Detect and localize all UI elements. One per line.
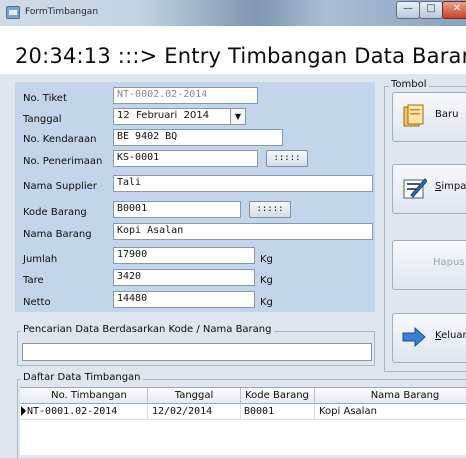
no-kendaraan-field[interactable]: BE 9402 BQ <box>113 129 283 146</box>
tanggal-datepicker[interactable]: 12 Februari 2014 ▼ <box>113 108 246 125</box>
table-row[interactable]: NT-0001.02-2014 12/02/2014 B0001 Kopi As… <box>20 404 466 420</box>
row-pointer-icon <box>21 406 26 416</box>
maximize-icon: □ <box>426 3 436 14</box>
label-no-kendaraan: No. Kendaraan <box>23 134 97 145</box>
tombol-title: Tombol <box>389 79 429 90</box>
document-new-icon <box>403 104 424 127</box>
col-separator <box>314 388 315 404</box>
tanggal-month: Februari <box>136 110 178 121</box>
netto-field[interactable]: 14480 <box>113 291 255 308</box>
cell-no-timbangan: NT-0001.02-2014 <box>27 406 118 417</box>
no-tiket-field[interactable]: NT-0002.02-2014 <box>113 87 258 104</box>
label-netto: Netto <box>23 297 51 308</box>
netto-unit: Kg <box>260 297 273 308</box>
col-nama-barang[interactable]: Nama Barang <box>330 390 466 401</box>
no-penerimaan-field[interactable]: KS-0001 <box>113 150 258 167</box>
title-bar[interactable]: FormTimbangan — □ ✕ <box>0 0 466 26</box>
form-timbangan-window: FormTimbangan — □ ✕ 20:34:13 :::> Entry … <box>0 0 466 458</box>
col-separator <box>147 388 148 404</box>
simpan-rest: impan <box>441 181 466 192</box>
save-icon <box>403 178 427 199</box>
label-no-tiket: No. Tiket <box>23 93 67 104</box>
nama-supplier-field[interactable]: Tali <box>113 175 373 192</box>
col-kode-barang[interactable]: Kode Barang <box>242 390 312 401</box>
label-nama-barang: Nama Barang <box>23 229 92 240</box>
header-title: 20:34:13 :::> Entry Timbangan Data Baran… <box>15 44 466 68</box>
tare-field[interactable]: 3420 <box>113 269 255 286</box>
maximize-button[interactable]: □ <box>419 1 443 19</box>
label-tare: Tare <box>23 275 44 286</box>
kode-barang-field[interactable]: B0001 <box>113 201 241 218</box>
search-title: Pencarian Data Berdasarkan Kode / Nama B… <box>21 324 274 335</box>
chevron-down-icon[interactable]: ▼ <box>230 109 245 124</box>
arrow-right-icon <box>402 326 426 348</box>
cell-tanggal: 12/02/2014 <box>152 406 213 417</box>
jumlah-unit: Kg <box>260 254 273 265</box>
cell-kode-barang: B0001 <box>244 406 275 417</box>
cell-nama-barang: Kopi Asalan <box>319 406 377 417</box>
cell-separator <box>147 404 148 420</box>
col-no-timbangan[interactable]: No. Timbangan <box>34 390 144 401</box>
nama-barang-field[interactable]: Kopi Asalan <box>113 223 373 240</box>
keluar-rest: eluar <box>441 330 466 341</box>
close-icon: ✕ <box>452 3 462 14</box>
tanggal-year: 2014 <box>183 110 210 121</box>
hapus-button[interactable]: Hapus <box>392 240 466 290</box>
jumlah-field[interactable]: 17900 <box>113 247 255 264</box>
hapus-label: Hapus <box>433 257 465 268</box>
simpan-label: Simpan <box>435 181 466 192</box>
window-title: FormTimbangan <box>25 7 99 17</box>
lookup-barang-button[interactable]: ::::: <box>249 201 291 218</box>
col-tanggal[interactable]: Tanggal <box>149 390 239 401</box>
app-icon <box>6 6 20 19</box>
label-tanggal: Tanggal <box>23 114 62 125</box>
cell-separator <box>240 404 241 420</box>
keluar-button[interactable]: Keluar <box>392 313 466 363</box>
baru-label: Baru <box>435 109 459 120</box>
daftar-title: Daftar Data Timbangan <box>21 372 143 383</box>
lookup-penerimaan-button[interactable]: ::::: <box>266 150 308 167</box>
cell-separator <box>314 404 315 420</box>
label-no-penerimaan: No. Penerimaan <box>23 156 103 167</box>
search-input[interactable] <box>22 343 372 361</box>
minimize-icon: — <box>403 3 413 14</box>
tanggal-day: 12 <box>117 110 130 121</box>
baru-button[interactable]: Baru <box>392 92 466 142</box>
simpan-button[interactable]: Simpan <box>392 164 466 214</box>
label-kode-barang: Kode Barang <box>23 207 87 218</box>
label-jumlah: Jumlah <box>23 254 58 265</box>
tare-unit: Kg <box>260 275 273 286</box>
grid-header: No. Timbangan Tanggal Kode Barang Nama B… <box>20 388 466 404</box>
minimize-button[interactable]: — <box>396 1 420 19</box>
close-button[interactable]: ✕ <box>442 1 466 19</box>
daftar-data-grid[interactable]: No. Timbangan Tanggal Kode Barang Nama B… <box>20 387 466 455</box>
label-nama-supplier: Nama Supplier <box>23 181 97 192</box>
keluar-label: Keluar <box>435 330 466 341</box>
col-separator <box>240 388 241 404</box>
